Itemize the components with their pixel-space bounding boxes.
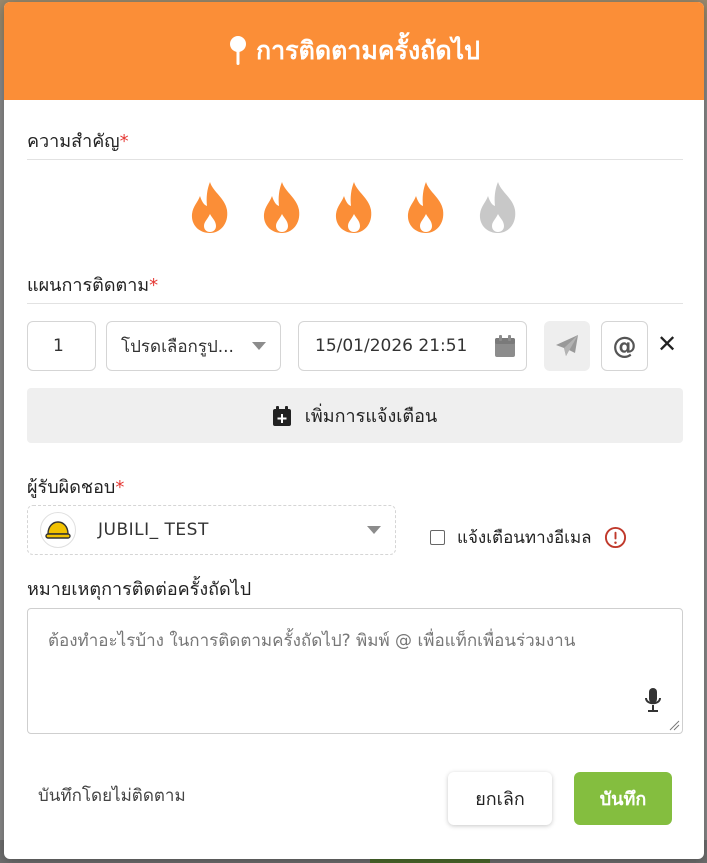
flame-icon[interactable] xyxy=(185,180,235,234)
datetime-input[interactable]: 15/01/2026 21:51 xyxy=(298,321,527,371)
resize-handle-icon[interactable] xyxy=(668,719,680,731)
calendar-plus-icon xyxy=(272,405,291,426)
priority-label: ความสำคัญ* xyxy=(27,131,129,152)
calendar-icon[interactable] xyxy=(494,334,516,358)
pushpin-icon xyxy=(230,36,246,65)
plan-type-select[interactable]: โปรดเลือกรูป... xyxy=(106,321,281,371)
priority-rating xyxy=(185,180,523,234)
plan-label: แผนการติดตาม* xyxy=(27,275,159,296)
add-alert-button[interactable]: เพิ่มการแจ้งเตือน xyxy=(27,388,683,443)
email-notify-checkbox[interactable] xyxy=(430,530,445,545)
note-label: หมายเหตุการติดต่อครั้งถัดไป xyxy=(27,579,252,600)
warning-icon xyxy=(604,526,626,549)
send-button[interactable] xyxy=(544,321,590,371)
save-button[interactable]: บันทึก xyxy=(574,772,672,825)
mention-button[interactable]: @ xyxy=(601,321,648,371)
owner-label: ผู้รับผิดชอบ* xyxy=(27,477,125,498)
close-icon[interactable]: ✕ xyxy=(654,328,680,360)
divider xyxy=(27,303,683,304)
owner-select[interactable]: JUBILI_ TEST xyxy=(27,505,396,555)
flame-icon[interactable] xyxy=(401,180,451,234)
cancel-button[interactable]: ยกเลิก xyxy=(448,772,552,825)
flame-icon[interactable] xyxy=(257,180,307,234)
divider xyxy=(27,159,683,160)
email-notify-option[interactable]: แจ้งเตือนทางอีเมล xyxy=(430,524,627,551)
modal-title: การติดตามครั้งถัดไป xyxy=(256,36,480,65)
hard-hat-icon xyxy=(45,521,71,539)
chevron-down-icon xyxy=(252,342,266,350)
note-textarea[interactable]: ต้องทำอะไรบ้าง ในการติดตามครั้งถัดไป? พิ… xyxy=(27,608,683,734)
save-without-followup-link[interactable]: บันทึกโดยไม่ติดตาม xyxy=(38,782,186,809)
paper-plane-icon xyxy=(556,335,578,356)
flame-icon[interactable] xyxy=(329,180,379,234)
chevron-down-icon xyxy=(367,526,381,534)
microphone-icon[interactable] xyxy=(644,687,662,713)
follow-up-modal: การติดตามครั้งถัดไป ความสำคัญ* แผนการติด… xyxy=(4,2,704,859)
avatar xyxy=(40,512,76,548)
modal-header: การติดตามครั้งถัดไป xyxy=(4,2,704,100)
flame-icon[interactable] xyxy=(473,180,523,234)
plan-number-input[interactable]: 1 xyxy=(27,321,96,371)
